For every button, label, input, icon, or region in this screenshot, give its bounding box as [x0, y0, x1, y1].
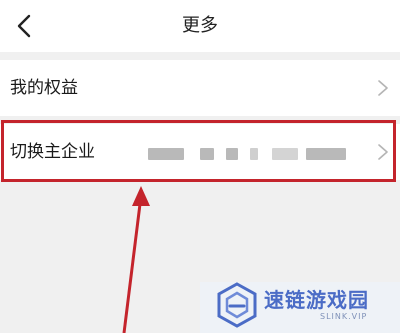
highlight-box: [1, 120, 396, 182]
watermark-name: 速链游戏园: [264, 288, 369, 312]
watermark: 速链游戏园 SLINK.VIP: [200, 282, 400, 333]
list-item-label: 我的权益: [10, 78, 78, 98]
chevron-right-icon: [378, 80, 388, 96]
nav-header: 更多: [0, 0, 400, 52]
page-title: 更多: [182, 15, 218, 36]
list-item-my-benefits[interactable]: 我的权益: [0, 60, 400, 116]
watermark-subtitle: SLINK.VIP: [320, 312, 368, 321]
watermark-logo-icon: [217, 282, 257, 328]
